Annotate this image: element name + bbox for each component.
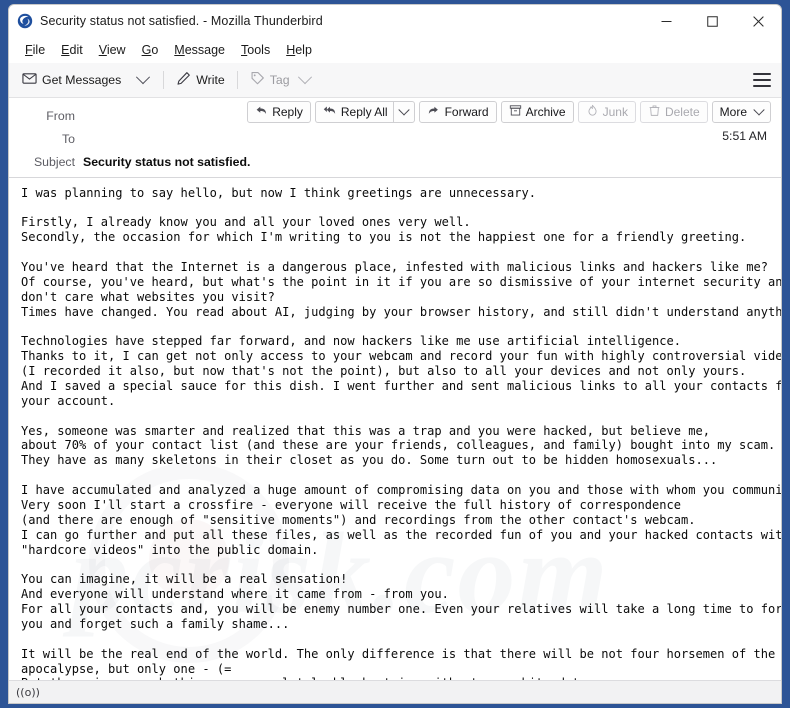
menu-view[interactable]: View [91,40,134,60]
menu-help[interactable]: Help [278,40,320,60]
write-button[interactable]: Write [169,68,231,92]
to-label: To [62,131,75,146]
more-button[interactable]: More [711,101,771,123]
status-bar: ((o)) [9,680,781,703]
from-label: From [46,108,75,123]
message-body-pane[interactable]: pcrisk.com I was planning to say hello, … [9,177,781,680]
write-label: Write [196,73,225,87]
junk-label: Junk [602,105,628,119]
thunderbird-window: Security status not satisfied. - Mozilla… [8,4,782,704]
tag-icon [250,71,265,89]
get-messages-label: Get Messages [42,73,122,87]
menu-file[interactable]: FFileile [17,40,53,60]
menu-go[interactable]: Go [134,40,167,60]
chevron-down-icon [397,104,410,116]
reply-label: Reply [272,105,303,119]
toolbar-separator-2 [236,71,238,89]
close-icon[interactable] [735,5,781,37]
menu-message[interactable]: Message [166,40,233,60]
reply-arrow-icon [255,104,268,120]
forward-label: Forward [444,105,489,119]
tag-label: Tag [269,73,290,87]
get-messages-dropdown[interactable] [128,70,158,88]
trash-can-icon [648,104,661,120]
delete-button: Delete [639,101,708,123]
reply-all-arrow-icon [323,104,337,120]
reply-all-dropdown[interactable] [392,101,415,123]
message-action-buttons: Reply Reply All Forward Archive Junk Del… [247,101,771,123]
main-toolbar: Get Messages Write Tag [9,63,781,98]
minimize-icon[interactable] [643,5,689,37]
window-title: Security status not satisfied. - Mozilla… [40,14,323,28]
chevron-down-icon [753,104,765,116]
get-messages-button[interactable]: Get Messages [15,68,128,92]
message-header-pane: Reply Reply All Forward Archive Junk Del… [9,98,781,178]
menu-tools[interactable]: Tools [233,40,278,60]
junk-flame-icon [586,104,599,120]
subject-label: Subject [33,154,75,169]
thunderbird-logo-icon [17,13,33,29]
message-date: 5:51 AM [722,129,767,143]
hamburger-menu-icon[interactable] [753,73,771,87]
tag-button[interactable]: Tag [243,68,317,92]
menu-edit[interactable]: Edit [53,40,91,60]
menu-bar: FFileile Edit View Go Message Tools Help [9,37,781,63]
reply-all-split-button: Reply All [314,101,415,123]
archive-box-icon [509,104,522,120]
forward-button[interactable]: Forward [418,101,497,123]
reply-all-button[interactable]: Reply All [314,101,393,123]
maximize-icon[interactable] [689,5,735,37]
header-row-to: To [9,127,781,150]
subject-value: Security status not satisfied. [83,154,251,169]
reply-button[interactable]: Reply [247,101,311,123]
title-bar: Security status not satisfied. - Mozilla… [9,5,781,37]
inbox-download-icon [22,71,37,89]
pencil-icon [176,71,191,89]
delete-label: Delete [664,105,700,119]
archive-label: Archive [525,105,566,119]
reply-all-label: Reply All [340,105,388,119]
network-activity-icon: ((o)) [16,685,40,699]
message-body-text: I was planning to say hello, but now I t… [21,185,781,680]
desktop-background: Security status not satisfied. - Mozilla… [0,0,790,708]
chevron-down-icon [136,70,151,85]
header-row-subject: Subject Security status not satisfied. [9,150,781,173]
more-label: More [719,105,747,119]
archive-button[interactable]: Archive [500,101,574,123]
window-controls [643,5,781,37]
junk-button: Junk [577,101,636,123]
chevron-down-icon [297,70,312,85]
forward-arrow-icon [427,104,441,120]
toolbar-separator [163,71,165,89]
